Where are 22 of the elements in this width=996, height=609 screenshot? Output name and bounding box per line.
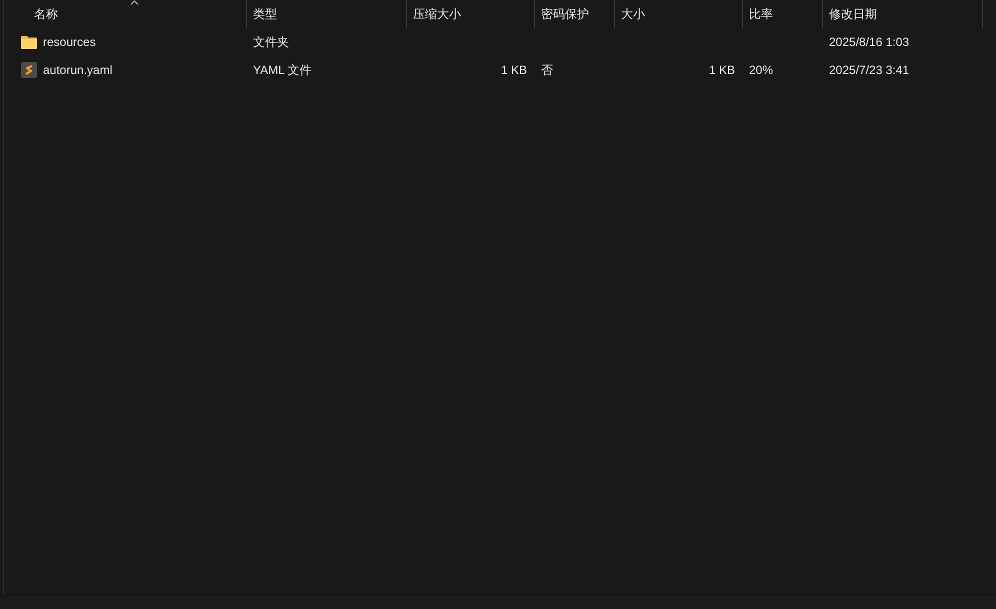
column-header[interactable]: 压缩大小 — [407, 0, 535, 28]
file-row[interactable]: resources 文件夹 2025/8/16 1:03 — [4, 28, 996, 56]
column-header[interactable]: 名称 — [4, 0, 247, 28]
file-icon — [21, 62, 37, 78]
table-cell-text: 20% — [749, 62, 774, 79]
column-header[interactable]: 修改日期 — [823, 0, 983, 28]
table-cell-text: YAML 文件 — [253, 62, 312, 79]
file-name: autorun.yaml — [43, 62, 112, 79]
column-header[interactable]: 大小 — [615, 0, 743, 28]
column-header[interactable]: 类型 — [247, 0, 407, 28]
folder-icon — [21, 35, 37, 49]
table-cell-text: 否 — [541, 62, 553, 79]
column-header[interactable]: 密码保护 — [535, 0, 615, 28]
table-cell-text: 1 KB — [708, 62, 735, 79]
table-cell-text: 2025/8/16 1:03 — [829, 34, 910, 51]
table-cell-text: 文件夹 — [253, 34, 289, 51]
sort-caret-icon — [130, 0, 139, 5]
table-cell-text: 1 KB — [500, 62, 527, 79]
file-row[interactable]: autorun.yaml YAML 文件 1 KB 否 1 KB 20% 2025/7/23 3:41 — [4, 56, 996, 84]
file-name: resources — [43, 34, 96, 51]
column-header[interactable]: 比率 — [743, 0, 823, 28]
table-cell-text: 2025/7/23 3:41 — [829, 62, 910, 79]
